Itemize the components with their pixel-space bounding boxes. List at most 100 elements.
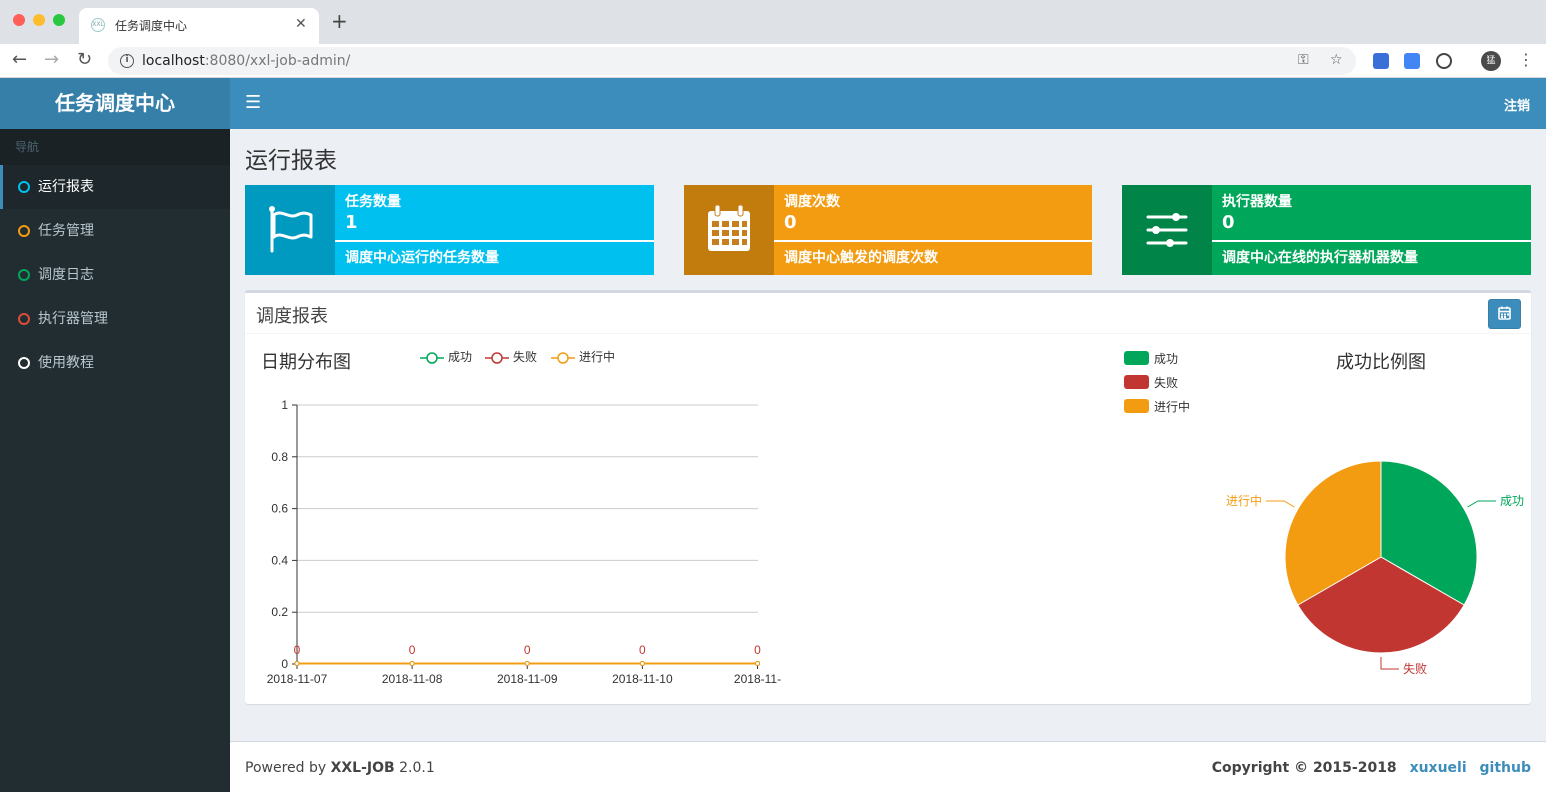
bookmark-star-icon[interactable]: ☆ (1330, 52, 1343, 68)
info-box-divider (774, 240, 1092, 242)
pie-chart-title: 成功比例图 (1336, 352, 1426, 373)
legend-label: 进行中 (579, 350, 616, 364)
nav-header: 导航 (0, 129, 230, 165)
x-tick-label: 2018-11-07 (267, 672, 328, 686)
copyright-text: Copyright © 2015-2018 (1211, 760, 1397, 776)
y-tick-label: 0.4 (271, 553, 288, 567)
legend-label: 进行中 (1154, 400, 1191, 414)
powered-name: XXL-JOB (330, 760, 395, 776)
github-link[interactable]: github (1480, 760, 1531, 776)
data-label: 0 (409, 643, 416, 657)
data-label: 0 (294, 643, 301, 657)
data-point (409, 661, 415, 666)
pie-label-line (1266, 500, 1295, 508)
sidebar-item-1[interactable]: 任务管理 (0, 209, 230, 253)
report-panel: 调度报表 日期分布图 成功 失败 进行中 0 0.2 0.4 0.6 0.8 1 2018-11… (245, 290, 1531, 704)
legend-swatch (1124, 351, 1149, 365)
page-title: 运行报表 (245, 148, 337, 174)
sidebar-item-label: 调度日志 (38, 267, 94, 283)
profile-avatar[interactable]: 猛 (1481, 51, 1501, 71)
info-box-value: 0 (784, 212, 797, 233)
legend-label: 失败 (513, 350, 538, 364)
version-text: 2.0.1 (394, 760, 435, 776)
site-info-icon[interactable]: i (120, 54, 134, 68)
pie-legend-item[interactable]: 失败 (1124, 374, 1178, 391)
legend-label: 失败 (1154, 376, 1179, 390)
info-box-divider (335, 240, 654, 242)
x-tick-label: 2018-11-10 (612, 672, 673, 686)
legend-label: 成功 (448, 350, 473, 364)
data-label: 0 (524, 643, 531, 657)
data-point (755, 661, 760, 666)
info-box-value: 1 (345, 212, 358, 233)
sidebar-item-3[interactable]: 执行器管理 (0, 297, 230, 341)
info-box-description: 调度中心在线的执行器机器数量 (1222, 250, 1418, 266)
info-box-title: 执行器数量 (1222, 194, 1292, 210)
info-box-description: 调度中心运行的任务数量 (345, 250, 499, 266)
sidebar: 任务调度中心 导航 运行报表任务管理调度日志执行器管理使用教程 (0, 78, 230, 792)
footer: Powered by XXL-JOB 2.0.1 Copyright © 201… (230, 741, 1546, 792)
logout-button[interactable]: 注销 (1504, 95, 1530, 114)
sliders-icon (1122, 185, 1212, 275)
extension-icon[interactable] (1373, 53, 1389, 69)
data-point (639, 661, 645, 666)
powered-prefix: Powered by (245, 760, 331, 776)
new-tab-icon[interactable]: + (331, 11, 348, 31)
sidebar-item-4[interactable]: 使用教程 (0, 341, 230, 385)
maximize-window-button[interactable] (53, 14, 65, 26)
circle-icon (18, 269, 30, 281)
data-point (524, 661, 530, 666)
sync-icon[interactable] (1436, 53, 1452, 69)
minimize-window-button[interactable] (33, 14, 45, 26)
top-navbar: ☰ 注销 (230, 78, 1546, 129)
info-box-task-count: 任务数量 1 调度中心运行的任务数量 (245, 185, 654, 275)
sidebar-item-label: 使用教程 (38, 355, 94, 371)
y-tick-label: 0.8 (271, 450, 288, 464)
powered-by: Powered by XXL-JOB 2.0.1 (245, 760, 435, 776)
back-icon[interactable]: ← (12, 49, 27, 71)
sidebar-toggle-icon[interactable]: ☰ (245, 94, 261, 112)
flag-icon (245, 185, 335, 275)
more-menu-icon[interactable]: ⋮ (1518, 50, 1534, 69)
calendar-icon (1498, 306, 1511, 320)
circle-icon (18, 225, 30, 237)
info-box-divider (1212, 240, 1531, 242)
x-tick-label: 2018-11-09 (497, 672, 558, 686)
author-link[interactable]: xuxueli (1410, 760, 1467, 776)
panel-divider (245, 333, 1531, 334)
forward-icon[interactable]: → (44, 49, 59, 71)
x-tick-label: 2018-11- (734, 672, 781, 686)
calendar-icon (684, 185, 774, 275)
sidebar-item-label: 任务管理 (38, 223, 94, 239)
tab-close-icon[interactable]: ✕ (295, 16, 307, 32)
browser-tab[interactable]: XXL 任务调度中心 ✕ (79, 8, 319, 44)
y-tick-label: 0.2 (271, 605, 288, 619)
pie-label: 失败 (1403, 661, 1427, 676)
pie-label: 成功 (1500, 494, 1524, 508)
circle-icon (18, 313, 30, 325)
data-point (294, 661, 300, 666)
info-box-trigger-count: 调度次数 0 调度中心触发的调度次数 (684, 185, 1092, 275)
close-window-button[interactable] (13, 14, 25, 26)
circle-icon (18, 357, 30, 369)
url-text[interactable]: localhost:8080/xxl-job-admin/ (142, 53, 350, 69)
pie-legend-item[interactable]: 进行中 (1124, 398, 1190, 415)
reload-icon[interactable]: ↻ (77, 49, 92, 71)
pie-legend-item[interactable]: 成功 (1124, 350, 1178, 367)
app-logo[interactable]: 任务调度中心 (0, 78, 230, 129)
info-box-executor-count: 执行器数量 0 调度中心在线的执行器机器数量 (1122, 185, 1531, 275)
translate-icon[interactable] (1404, 53, 1420, 69)
tab-title: 任务调度中心 (115, 19, 188, 33)
sidebar-item-2[interactable]: 调度日志 (0, 253, 230, 297)
x-tick-label: 2018-11-08 (382, 672, 443, 686)
data-label: 0 (754, 643, 761, 657)
y-tick-label: 0 (281, 657, 288, 671)
circle-icon (18, 181, 30, 193)
legend-label: 成功 (1154, 352, 1179, 366)
date-range-button[interactable] (1488, 299, 1521, 329)
address-bar[interactable]: i localhost:8080/xxl-job-admin/ ⚿ ☆ (108, 47, 1356, 75)
copyright: Copyright © 2015-2018 xuxueli github (1212, 760, 1531, 776)
key-icon[interactable]: ⚿ (1298, 52, 1309, 68)
sidebar-item-0[interactable]: 运行报表 (0, 165, 230, 209)
info-box-description: 调度中心触发的调度次数 (784, 250, 938, 266)
